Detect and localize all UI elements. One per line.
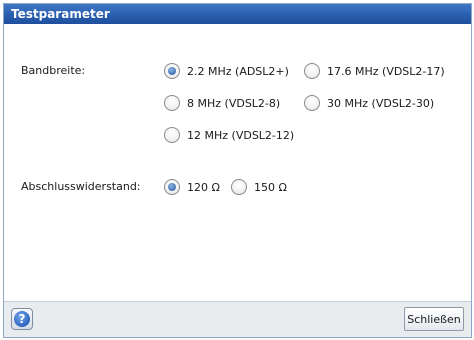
radio-option-2-2-mhz[interactable]: 2.2 MHz (ADSL2+)	[164, 62, 289, 80]
radio-option-label: 12 MHz (VDSL2-12)	[187, 128, 295, 142]
radio-option-8-mhz[interactable]: 8 MHz (VDSL2-8)	[164, 94, 280, 112]
radio-option-120-ohm[interactable]: 120 Ω	[164, 178, 220, 196]
dialog-title: Testparameter	[4, 4, 471, 24]
help-icon: ?	[14, 311, 30, 327]
radio-option-30-mhz[interactable]: 30 MHz (VDSL2-30)	[304, 94, 434, 112]
radio-button[interactable]	[164, 179, 180, 195]
radio-button[interactable]	[164, 95, 180, 111]
help-button[interactable]: ?	[11, 308, 33, 330]
radio-option-label: 8 MHz (VDSL2-8)	[187, 96, 281, 110]
termination-label: Abschlusswiderstand:	[21, 180, 141, 193]
radio-option-12-mhz[interactable]: 12 MHz (VDSL2-12)	[164, 126, 294, 144]
close-button[interactable]: Schließen	[404, 307, 464, 331]
radio-option-150-ohm[interactable]: 150 Ω	[231, 178, 287, 196]
dialog-content: Bandbreite: 2.2 MHz (ADSL2+) 17.6 MHz (V…	[4, 24, 471, 302]
radio-option-17-6-mhz[interactable]: 17.6 MHz (VDSL2-17)	[304, 62, 445, 80]
radio-option-label: 30 MHz (VDSL2-30)	[327, 96, 435, 110]
radio-option-label: 150 Ω	[254, 180, 287, 194]
radio-option-label: 2.2 MHz (ADSL2+)	[187, 64, 289, 78]
test-parameter-dialog: Testparameter Bandbreite: 2.2 MHz (ADSL2…	[3, 3, 472, 338]
radio-button[interactable]	[164, 127, 180, 143]
radio-button[interactable]	[231, 179, 247, 195]
radio-button[interactable]	[164, 63, 180, 79]
radio-option-label: 17.6 MHz (VDSL2-17)	[327, 64, 445, 78]
dialog-footer: ? Schließen	[4, 301, 471, 337]
radio-button[interactable]	[304, 63, 320, 79]
bandwidth-label: Bandbreite:	[21, 64, 86, 77]
radio-button[interactable]	[304, 95, 320, 111]
radio-option-label: 120 Ω	[187, 180, 220, 194]
